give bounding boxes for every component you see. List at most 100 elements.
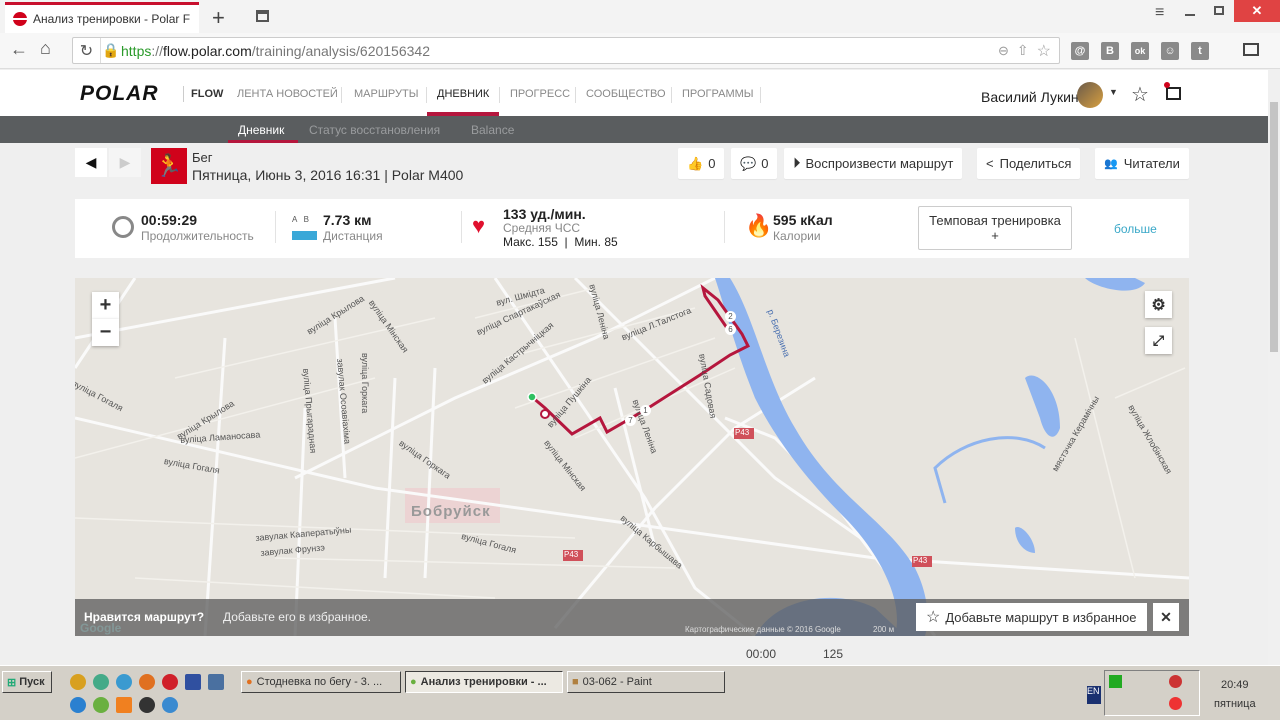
ok-ext-icon[interactable]: ok <box>1131 42 1149 60</box>
subnav-balance[interactable]: Balance <box>471 123 514 137</box>
ie-icon[interactable] <box>70 697 86 713</box>
vk-ext-icon[interactable]: В <box>1101 42 1119 60</box>
zoom-out-button[interactable]: − <box>92 319 119 346</box>
tray-icon[interactable] <box>1169 675 1182 688</box>
twitter-ext-icon[interactable]: t <box>1191 42 1209 60</box>
training-type-button[interactable]: Темповая тренировка + <box>918 206 1072 250</box>
nav-diary[interactable]: ДНЕВНИК <box>437 88 489 100</box>
add-favorite-button[interactable]: ☆ Добавьте маршрут в избранное <box>916 603 1147 631</box>
taskbar-window-paint[interactable]: ■ 03-062 - Paint <box>567 671 725 693</box>
close-window-icon[interactable]: ✕ <box>1234 0 1280 22</box>
comments-button[interactable]: 💬 0 <box>731 148 778 179</box>
street-label: вуліца Горкага <box>360 353 370 414</box>
lap-marker[interactable]: 6 <box>725 324 736 335</box>
taskbar-window-firefox[interactable]: ● Стодневка по бегу - 3. ... <box>241 671 401 693</box>
chrome-icon[interactable] <box>93 674 109 690</box>
clock-day: пятница <box>1214 698 1256 710</box>
tab-list-icon[interactable] <box>256 10 269 22</box>
menu-icon[interactable]: ≡ <box>1155 4 1164 22</box>
duration-value: 00:59:29 <box>141 212 198 228</box>
lock-icon: 🔒 <box>102 42 120 58</box>
nav-programs[interactable]: ПРОГРАММЫ <box>682 88 754 100</box>
sub-navigation: Дневник Статус восстановления Balance <box>0 116 1268 143</box>
zoom-in-button[interactable]: + <box>92 292 119 319</box>
ruler-icon <box>292 231 317 240</box>
tray-icon[interactable] <box>1109 675 1122 688</box>
locate-gear-icon[interactable]: ⚙ <box>1145 291 1172 318</box>
like-button[interactable]: 👍 0 <box>678 148 725 179</box>
next-training-button[interactable]: ▶ <box>109 148 141 177</box>
polar-header: POLAR FLOW ЛЕНТА НОВОСТЕЙ МАРШРУТЫ ДНЕВН… <box>0 70 1268 116</box>
taskbar-window-active[interactable]: ● Анализ тренировки - ... <box>405 671 563 693</box>
share-icon: < <box>986 156 994 171</box>
road-badge: P43 <box>913 556 928 565</box>
map-scale: 200 м <box>873 625 895 634</box>
more-link[interactable]: больше <box>1114 222 1157 236</box>
play-route-button[interactable]: ⏵ Воспроизвести маршрут <box>784 148 963 179</box>
share-button[interactable]: < Поделиться <box>977 148 1081 179</box>
close-favorite-bar-button[interactable]: ✕ <box>1153 603 1179 631</box>
url-host: flow.polar.com <box>163 42 252 59</box>
clock-time[interactable]: 20:49 <box>1221 679 1249 691</box>
zoom-reset-icon[interactable]: ⊖ <box>998 43 1009 59</box>
share-page-icon[interactable]: ⇧ <box>1017 42 1029 59</box>
user-dropdown-icon[interactable]: ▼ <box>1109 87 1118 97</box>
followers-button[interactable]: 👥 Читатели <box>1095 148 1189 179</box>
quicklaunch-icon[interactable] <box>70 674 86 690</box>
quicklaunch-icon[interactable] <box>116 674 132 690</box>
fullscreen-icon[interactable]: ⤢ <box>1145 327 1172 354</box>
sport-name: Бег <box>192 150 213 165</box>
avg-hr-value: 133 уд./мин. <box>503 206 586 222</box>
opera-icon[interactable] <box>162 674 178 690</box>
ok-icon[interactable] <box>116 697 132 713</box>
bookmark-star-icon[interactable]: ☆ <box>1037 41 1051 61</box>
chart-value-label: 125 <box>823 647 844 661</box>
mail-ext-icon[interactable]: @ <box>1071 42 1089 60</box>
favorites-star-icon[interactable]: ☆ <box>1131 82 1149 107</box>
page-scrollbar[interactable] <box>1268 70 1280 665</box>
nav-community[interactable]: СООБЩЕСТВО <box>586 88 666 100</box>
route-map[interactable]: Бобруйск р. Березина P43 P43 P43 вуліца … <box>75 278 1189 636</box>
avatar[interactable] <box>1077 82 1103 108</box>
tray-icon[interactable] <box>1169 697 1182 710</box>
ab-label: A B <box>292 215 309 224</box>
home-icon[interactable]: ⌂ <box>40 38 51 59</box>
language-indicator[interactable]: EN <box>1087 686 1101 704</box>
lap-marker[interactable]: 2 <box>725 311 736 322</box>
smile-ext-icon[interactable]: ☺ <box>1161 42 1179 60</box>
user-name[interactable]: Василий Лукин <box>981 89 1079 105</box>
browser-tab-active[interactable]: Анализ тренировки - Polar F <box>5 2 199 33</box>
road-badge: P43 <box>735 428 750 437</box>
lap-marker[interactable]: 1 <box>640 405 651 416</box>
subnav-recovery-status[interactable]: Статус восстановления <box>309 123 440 137</box>
vk-icon[interactable] <box>208 674 224 690</box>
reload-icon[interactable]: ↻ <box>73 38 101 63</box>
chat-icon[interactable] <box>1243 43 1259 56</box>
subnav-diary[interactable]: Дневник <box>238 123 284 137</box>
nav-progress[interactable]: ПРОГРЕСС <box>510 88 570 100</box>
quicklaunch-icon[interactable] <box>93 697 109 713</box>
quicklaunch-icon[interactable] <box>162 697 178 713</box>
player-icon[interactable] <box>139 697 155 713</box>
restore-icon[interactable] <box>1214 6 1224 15</box>
distance-value: 7.73 км <box>323 212 372 228</box>
minimize-icon[interactable] <box>1185 14 1195 16</box>
url-input[interactable]: ↻ 🔒 https://flow.polar.com/training/anal… <box>72 37 1060 64</box>
previous-training-button[interactable]: ◀ <box>75 148 107 177</box>
training-summary: 00:59:29 Продолжительность A B 7.73 км Д… <box>75 199 1189 258</box>
nav-routes[interactable]: МАРШРУТЫ <box>354 88 418 100</box>
messages-icon[interactable] <box>1166 87 1181 100</box>
scrollbar-thumb[interactable] <box>1270 102 1278 352</box>
back-icon[interactable]: ← <box>10 39 28 60</box>
tab-strip: Анализ тренировки - Polar F + ≡ ✕ <box>0 0 1280 33</box>
chart-time-label: 00:00 <box>746 647 777 661</box>
save-icon[interactable] <box>185 674 201 690</box>
nav-newsfeed[interactable]: ЛЕНТА НОВОСТЕЙ <box>237 88 338 100</box>
page-content: POLAR FLOW ЛЕНТА НОВОСТЕЙ МАРШРУТЫ ДНЕВН… <box>0 70 1268 665</box>
lap-marker[interactable]: 7 <box>625 415 636 426</box>
start-button[interactable]: ⊞ Пуск <box>2 671 52 693</box>
new-tab-icon[interactable]: + <box>212 5 225 31</box>
firefox-icon[interactable] <box>139 674 155 690</box>
calories-value: 595 кКал <box>773 212 833 228</box>
polar-logo[interactable]: POLAR <box>80 82 159 106</box>
